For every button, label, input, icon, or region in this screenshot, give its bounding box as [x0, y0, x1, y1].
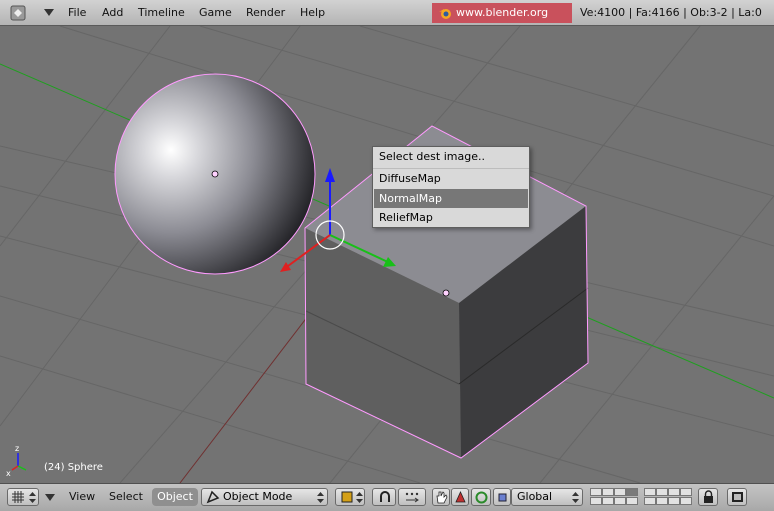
mode-label: Object Mode: [223, 490, 293, 503]
scene-stats: Ve:4100 | Fa:4166 | Ob:3-2 | La:0: [580, 6, 762, 19]
object-mode-icon: [206, 490, 220, 504]
pivot-select[interactable]: [372, 488, 396, 506]
proportional-edit-toggle[interactable]: [398, 488, 426, 506]
collapse-menu-icon[interactable]: [45, 494, 55, 502]
updown-arrows-icon: [317, 492, 324, 503]
active-object-label: (24) Sphere: [44, 462, 103, 473]
layer-19[interactable]: [680, 497, 692, 505]
pivot-icon: [380, 491, 390, 502]
axis-x-label: x: [6, 469, 11, 478]
updown-arrows-icon: [29, 492, 36, 503]
menu-select[interactable]: Select: [109, 490, 143, 503]
sphere-origin-dot: [211, 170, 219, 178]
layer-4[interactable]: [626, 488, 638, 496]
layer-7[interactable]: [656, 488, 668, 496]
rotate-manipulator-button[interactable]: [471, 488, 491, 506]
layer-2[interactable]: [602, 488, 614, 496]
editor-type-button[interactable]: [7, 488, 39, 506]
lock-icon: [704, 490, 713, 503]
blender-logo-icon: [439, 9, 451, 19]
manipulator-toggle[interactable]: [432, 488, 450, 506]
collapse-menu-icon[interactable]: [44, 9, 54, 17]
layer-13[interactable]: [614, 497, 626, 505]
view-axis-widget: z x: [6, 444, 27, 478]
axis-z-label: z: [15, 444, 19, 453]
select-dest-image-popup: Select dest image.. DiffuseMap NormalMap…: [372, 146, 530, 228]
3d-viewport[interactable]: z x: [0, 26, 774, 483]
layer-18[interactable]: [668, 497, 680, 505]
hand-icon: [436, 491, 448, 504]
translate-manipulator-button[interactable]: [451, 488, 469, 506]
layer-9[interactable]: [680, 488, 692, 496]
grid-icon: [12, 491, 24, 503]
proportional-edit-icon: [405, 492, 419, 503]
layer-11[interactable]: [590, 497, 602, 505]
lock-layers-button[interactable]: [698, 488, 718, 506]
scale-manipulator-button[interactable]: [493, 488, 511, 506]
layer-8[interactable]: [668, 488, 680, 496]
layer-6[interactable]: [644, 488, 656, 496]
draw-type-select[interactable]: [335, 488, 365, 506]
layer-3[interactable]: [614, 488, 626, 496]
popup-item-diffusemap[interactable]: DiffuseMap: [374, 169, 528, 188]
popup-item-reliefmap[interactable]: ReliefMap: [374, 208, 528, 227]
triangle-icon: [455, 491, 466, 503]
layer-14[interactable]: [626, 497, 638, 505]
menu-game[interactable]: Game: [199, 6, 232, 19]
orientation-label: Global: [517, 490, 553, 503]
menu-help[interactable]: Help: [300, 6, 325, 19]
viewport-scene: z x: [0, 26, 774, 483]
menu-render[interactable]: Render: [246, 6, 285, 19]
blender-menu-icon[interactable]: [10, 5, 26, 21]
layer-16[interactable]: [644, 497, 656, 505]
updown-arrows-icon: [356, 492, 363, 503]
popup-title: Select dest image..: [379, 150, 485, 163]
rotate-ring-icon: [475, 491, 488, 504]
layer-12[interactable]: [602, 497, 614, 505]
info-header: File Add Timeline Game Render Help www.b…: [0, 0, 774, 39]
shading-solid-icon: [341, 491, 353, 503]
menu-file[interactable]: File: [68, 6, 86, 19]
layer-17[interactable]: [656, 497, 668, 505]
popup-item-normalmap[interactable]: NormalMap: [374, 189, 528, 208]
layer-1[interactable]: [590, 488, 602, 496]
cube-origin-dot: [442, 289, 450, 297]
scale-square-icon: [498, 493, 507, 502]
orientation-select[interactable]: Global: [511, 488, 583, 506]
menu-add[interactable]: Add: [102, 6, 123, 19]
updown-arrows-icon: [572, 492, 579, 503]
menu-view[interactable]: View: [69, 490, 95, 503]
menu-object[interactable]: Object: [152, 488, 198, 506]
blender-website-badge: www.blender.org 245: [432, 3, 572, 39]
image-icon: [732, 492, 743, 502]
sphere-object[interactable]: [114, 73, 316, 275]
render-preview-button[interactable]: [727, 488, 747, 506]
menu-timeline[interactable]: Timeline: [138, 6, 185, 19]
3d-view-header: View Select Object Object Mode Global: [0, 483, 774, 511]
mode-select[interactable]: Object Mode: [201, 488, 328, 506]
